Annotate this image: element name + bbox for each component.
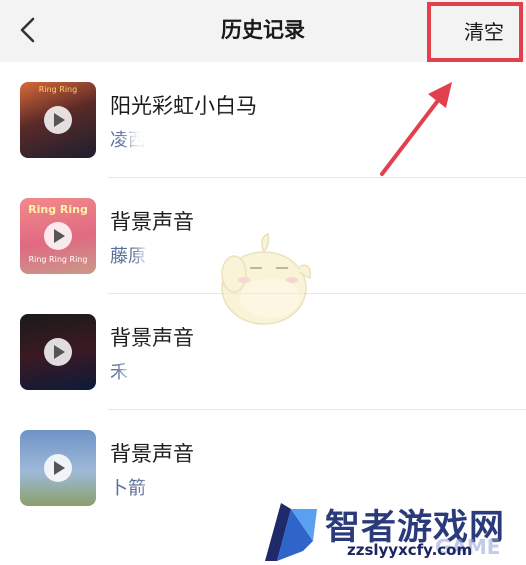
thumbnail-caption: Ring Ring xyxy=(28,203,88,216)
play-icon[interactable] xyxy=(44,454,72,482)
play-icon[interactable] xyxy=(44,106,72,134)
list-item[interactable]: Ring Ring 阳光彩虹小白马 凌西 xyxy=(0,62,526,178)
song-thumbnail xyxy=(20,314,96,390)
site-logo-icon xyxy=(265,503,317,561)
song-title: 背景声音 xyxy=(110,326,194,350)
song-thumbnail: Ring Ring Ring Ring Ring xyxy=(20,198,96,274)
mascot-watermark xyxy=(221,232,312,325)
song-title: 阳光彩虹小白马 xyxy=(110,94,257,118)
play-icon[interactable] xyxy=(44,338,72,366)
privacy-blur xyxy=(128,120,258,154)
thumbnail-caption: Ring Ring Ring xyxy=(28,255,88,264)
thumbnail-caption: Ring Ring xyxy=(38,85,78,94)
site-watermark: 智者游戏网 GAME zzslyyxcfy.com xyxy=(255,497,525,565)
song-thumbnail: Ring Ring xyxy=(20,82,96,158)
site-url: zzslyyxcfy.com xyxy=(347,541,473,559)
song-title: 背景声音 xyxy=(110,210,194,234)
song-thumbnail xyxy=(20,430,96,506)
play-icon[interactable] xyxy=(44,222,72,250)
privacy-blur xyxy=(124,352,254,386)
artist-name: 卜箭 xyxy=(110,478,146,499)
song-title: 背景声音 xyxy=(110,442,194,466)
highlight-box xyxy=(427,2,523,62)
